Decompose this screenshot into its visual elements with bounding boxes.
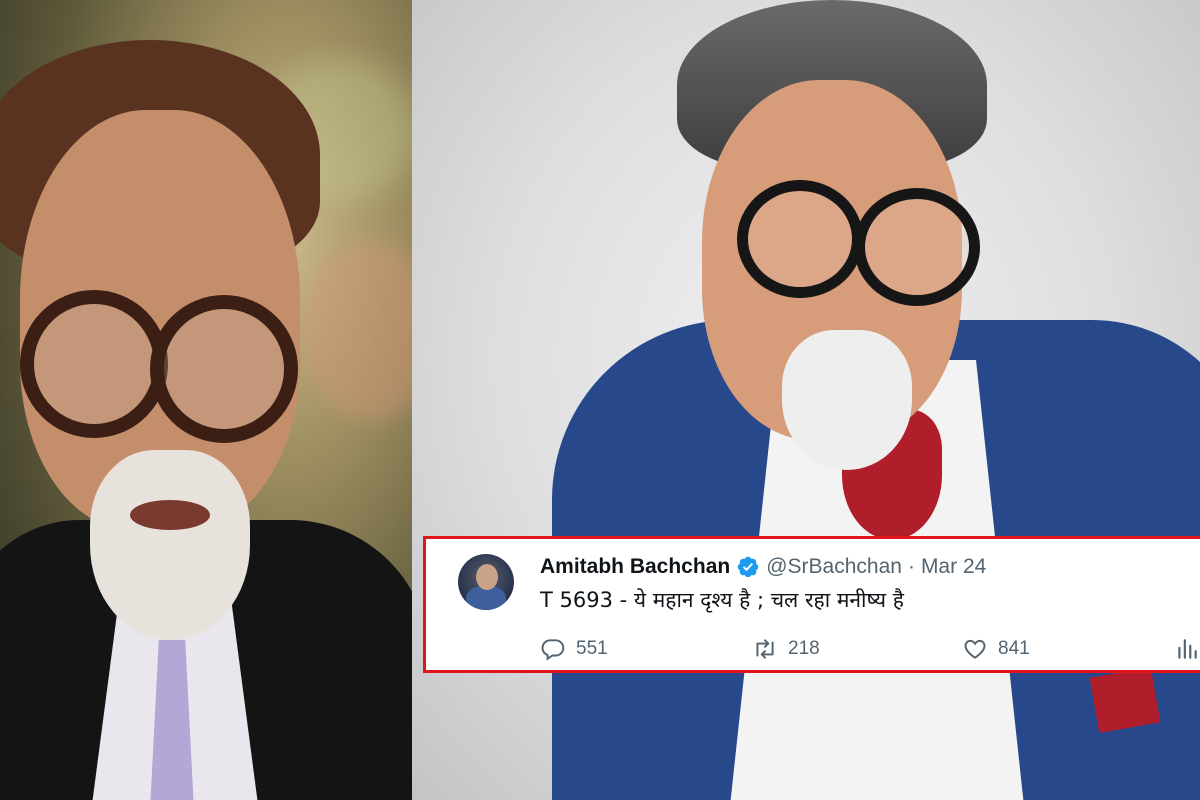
tweet-text: T 5693 - ये महान दृश्य है ; चल रहा मनीष्… bbox=[540, 588, 904, 612]
analytics-button[interactable] bbox=[1174, 636, 1200, 662]
like-button[interactable]: 841 bbox=[962, 636, 1030, 662]
right-portrait-photo bbox=[412, 0, 1200, 800]
tweet-date[interactable]: Mar 24 bbox=[921, 555, 986, 579]
eyeglasses bbox=[737, 180, 863, 298]
reply-count: 551 bbox=[576, 638, 608, 659]
left-portrait-photo bbox=[0, 0, 412, 800]
heart-icon bbox=[964, 639, 986, 659]
reply-button[interactable]: 551 bbox=[540, 636, 608, 662]
tweet-header: Amitabh Bachchan @SrBachchan · Mar 24 bbox=[540, 553, 986, 581]
analytics-icon bbox=[1178, 639, 1197, 659]
tweet-card[interactable]: Amitabh Bachchan @SrBachchan · Mar 24 T … bbox=[423, 536, 1200, 673]
retweet-count: 218 bbox=[788, 638, 820, 659]
separator-dot: · bbox=[907, 555, 915, 578]
retweet-icon bbox=[756, 639, 774, 659]
like-count: 841 bbox=[998, 638, 1030, 659]
verified-badge-icon bbox=[737, 556, 759, 578]
avatar[interactable] bbox=[458, 554, 514, 610]
author-handle[interactable]: @SrBachchan bbox=[766, 555, 902, 579]
retweet-button[interactable]: 218 bbox=[752, 636, 820, 662]
eyeglasses bbox=[20, 290, 168, 438]
author-name[interactable]: Amitabh Bachchan bbox=[540, 555, 730, 579]
tweet-actions: 551 218 841 bbox=[540, 636, 1200, 666]
reply-icon bbox=[541, 639, 565, 661]
